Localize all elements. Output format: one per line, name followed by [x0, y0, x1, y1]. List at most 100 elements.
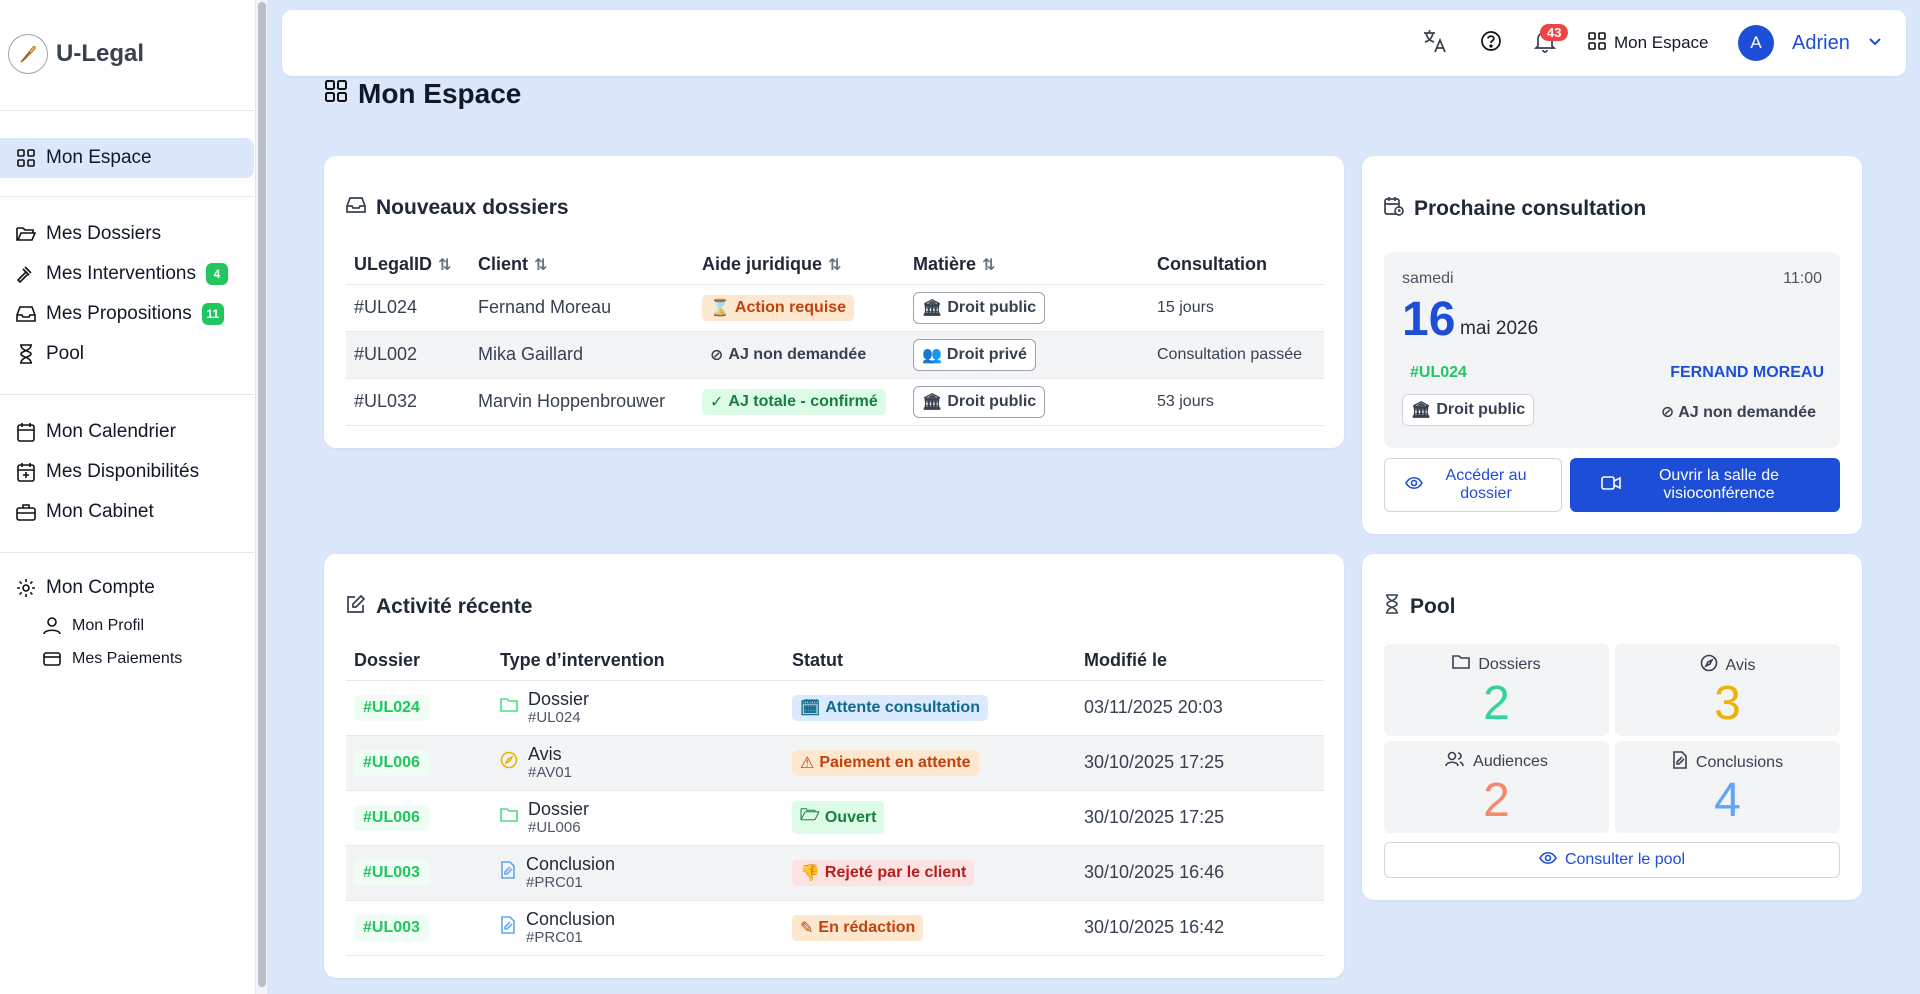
- file-id-badge[interactable]: #UL024: [354, 694, 429, 721]
- intervention-type: Avis: [528, 743, 562, 764]
- column-header-aide-juridique[interactable]: Aide juridique ⇅: [694, 246, 905, 285]
- table-row[interactable]: #UL006 Avis #AV01 ⚠ Paiement en attente 30…: [346, 735, 1324, 791]
- table-row[interactable]: #UL003 Conclusion #PRC01 👎 Rejeté par le c…: [346, 845, 1324, 901]
- calendar-icon: [16, 422, 36, 442]
- bank-icon: 🏛: [1411, 402, 1432, 419]
- table-row[interactable]: #UL002 Mika Gaillard ⊘ AJ non demandée 👥 D…: [346, 331, 1324, 379]
- hourglass-icon: ⌛: [710, 299, 730, 317]
- help-button[interactable]: [1480, 10, 1502, 76]
- subject-badge: 🏛 Droit public: [1402, 394, 1535, 426]
- client-name: Marvin Hoppenbrouwer: [470, 378, 694, 426]
- activity-table: Dossier Type d’intervention Statut Modif…: [346, 642, 1324, 956]
- sidebar-item-mon-calendrier[interactable]: Mon Calendrier: [0, 412, 254, 452]
- card-title-text: Prochaine consultation: [1414, 197, 1647, 220]
- translate-icon: [1422, 28, 1448, 59]
- consultation-delay: Consultation passée: [1149, 331, 1324, 379]
- divider: [0, 110, 254, 111]
- calendar-plus-icon: [16, 462, 36, 482]
- file-id-badge[interactable]: #UL003: [354, 859, 429, 886]
- status-badge: 🗁 Ouvert: [792, 801, 885, 834]
- column-header-ulegalid[interactable]: ULegalID ⇅: [346, 246, 470, 285]
- pool-stat-audiences[interactable]: Audiences 2: [1384, 741, 1609, 833]
- table-row[interactable]: #UL032 Marvin Hoppenbrouwer ✓ AJ totale -…: [346, 378, 1324, 426]
- intervention-type: Dossier: [528, 688, 590, 709]
- file-edit-icon: [1672, 751, 1688, 774]
- column-header-client[interactable]: Client ⇅: [470, 246, 694, 285]
- ban-icon: ⊘: [1660, 404, 1679, 421]
- logo[interactable]: U-Legal: [8, 34, 144, 74]
- open-visio-button[interactable]: Ouvrir la salle de visioconférence: [1570, 458, 1840, 512]
- new-files-card: Nouveaux dossiers ULegalID ⇅ Client ⇅ Aide…: [324, 156, 1344, 448]
- pool-stat-dossiers[interactable]: Dossiers 2: [1384, 644, 1609, 736]
- open-file-button[interactable]: Accéder au dossier: [1384, 458, 1562, 512]
- sidebar-item-mes-propositions[interactable]: Mes Propositions 11: [0, 294, 254, 334]
- file-id-badge[interactable]: #UL006: [354, 749, 429, 776]
- recent-activity-card: Activité récente Dossier Type d’interven…: [324, 554, 1344, 978]
- intervention-type: Conclusion: [526, 908, 616, 929]
- consult-pool-button[interactable]: Consulter le pool: [1384, 842, 1840, 878]
- card-title-text: Pool: [1410, 595, 1456, 618]
- sort-icon: ⇅: [982, 257, 996, 275]
- file-id: #UL024: [346, 284, 470, 332]
- sidebar-item-label: Mon Espace: [46, 147, 152, 168]
- sidebar-item-mon-espace[interactable]: Mon Espace: [0, 138, 254, 178]
- inbox-icon: [346, 196, 366, 220]
- eye-icon: [1405, 476, 1423, 495]
- column-header-matiere[interactable]: Matière ⇅: [905, 246, 1149, 285]
- consultation-month-year: mai 2026: [1460, 318, 1539, 339]
- sidebar-scrollbar[interactable]: [256, 0, 268, 994]
- consultation-file-id[interactable]: #UL024: [1410, 364, 1467, 382]
- intervention-ref: #UL024: [528, 708, 581, 726]
- calendar-clock-icon: 🗓: [800, 699, 821, 717]
- table-row[interactable]: #UL024 Fernand Moreau ⌛ Action requise 🏛 D…: [346, 284, 1324, 332]
- pool-stat-conclusions[interactable]: Conclusions 4: [1615, 741, 1840, 833]
- user-menu[interactable]: A Adrien: [1738, 10, 1882, 76]
- sort-icon: ⇅: [828, 257, 842, 275]
- table-row[interactable]: #UL024 Dossier #UL024 🗓 Attente consultati…: [346, 680, 1324, 736]
- chevron-down-icon: [1868, 34, 1882, 52]
- card-title: Prochaine consultation: [1384, 196, 1646, 222]
- file-id-badge[interactable]: #UL006: [354, 804, 429, 831]
- table-row[interactable]: #UL006 Dossier #UL006 🗁 Ouvert 30/10/2025 …: [346, 790, 1324, 846]
- status-badge: ✎ En rédaction: [792, 914, 924, 941]
- user-name: Adrien: [1792, 31, 1850, 54]
- thumbs-down-icon: 👎: [800, 864, 820, 882]
- consultation-weekday: samedi: [1402, 270, 1454, 287]
- intervention-ref: #AV01: [528, 763, 572, 781]
- folder-icon: [500, 697, 518, 718]
- client-name: Mika Gaillard: [470, 331, 694, 379]
- calendar-clock-icon: [1384, 196, 1404, 222]
- table-row[interactable]: #UL003 Conclusion #PRC01 ✎ En rédaction 30…: [346, 900, 1324, 956]
- grid-icon: [16, 148, 36, 168]
- modified-date: 30/10/2025 17:25: [1076, 735, 1324, 791]
- sidebar-subitem-mes-paiements[interactable]: Mes Paiements: [42, 646, 182, 672]
- card-title: Nouveaux dossiers: [346, 196, 569, 220]
- grid-icon: [324, 78, 348, 110]
- file-edit-icon: [500, 861, 516, 884]
- file-id: #UL002: [346, 331, 470, 379]
- folder-icon: [500, 807, 518, 828]
- column-header-statut: Statut: [784, 642, 1076, 681]
- translate-button[interactable]: [1422, 10, 1448, 76]
- sidebar-item-mes-dossiers[interactable]: Mes Dossiers: [0, 214, 254, 254]
- file-id-badge[interactable]: #UL003: [354, 914, 429, 941]
- sidebar-item-mon-cabinet[interactable]: Mon Cabinet: [0, 492, 254, 532]
- aid-status-badge: ⊘ AJ non demandée: [702, 341, 875, 368]
- pool-stat-avis[interactable]: Avis 3: [1615, 644, 1840, 736]
- sidebar-subitem-mon-profil[interactable]: Mon Profil: [42, 613, 144, 639]
- sidebar-item-mes-disponibilites[interactable]: Mes Disponibilités: [0, 452, 254, 492]
- mon-espace-button[interactable]: Mon Espace: [1588, 10, 1709, 76]
- modified-date: 30/10/2025 17:25: [1076, 790, 1324, 846]
- sidebar-item-pool[interactable]: Pool: [0, 334, 254, 374]
- status-badge: 👎 Rejeté par le client: [792, 859, 975, 886]
- check-circle-icon: ✓: [710, 393, 724, 411]
- sidebar-item-mes-interventions[interactable]: Mes Interventions 4: [0, 254, 254, 294]
- notifications-button[interactable]: [1533, 10, 1557, 76]
- inbox-icon: [16, 304, 36, 324]
- sidebar-item-label: Mes Propositions: [46, 303, 192, 324]
- sidebar-subitem-label: Mon Profil: [72, 617, 145, 634]
- user-icon: [42, 616, 62, 636]
- eye-icon: [1539, 851, 1557, 870]
- sidebar-item-mon-compte[interactable]: Mon Compte: [0, 568, 254, 608]
- scrollbar-thumb[interactable]: [258, 2, 266, 987]
